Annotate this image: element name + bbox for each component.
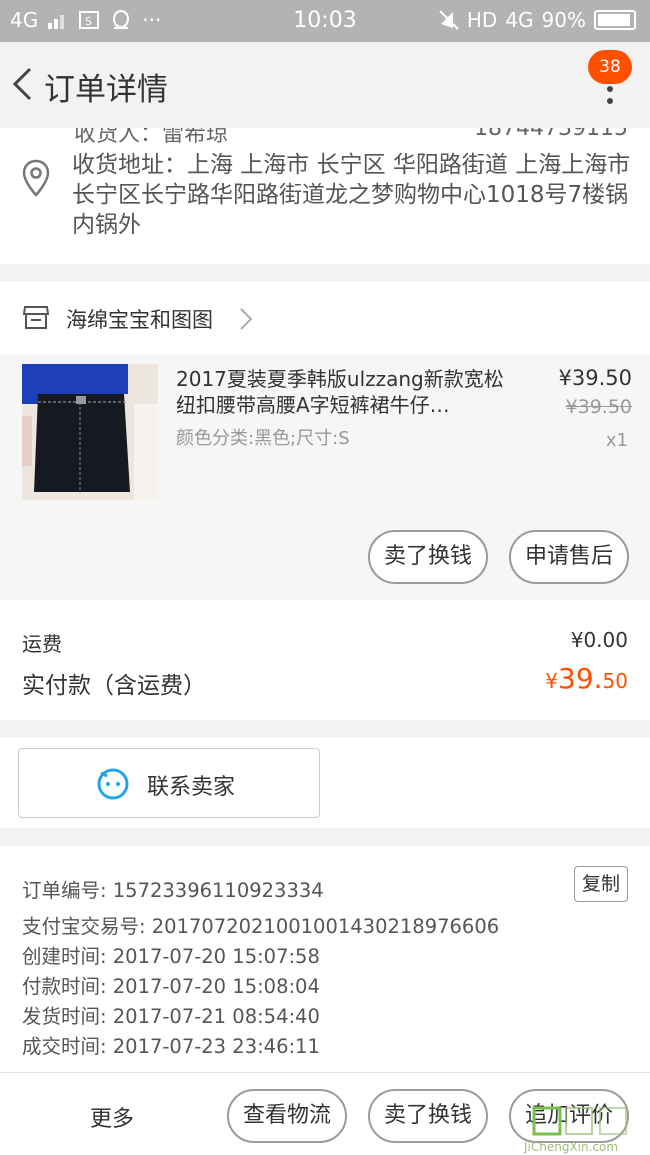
- page-title: 订单详情: [44, 72, 168, 108]
- order-info-card: 订单编号: 15723396110923334 复制 支付宝交易号: 20170…: [0, 846, 650, 1072]
- shop-row[interactable]: 海绵宝宝和图图: [0, 282, 650, 354]
- product-quantity: x1: [605, 430, 628, 451]
- sell-for-cash-button-bottom[interactable]: 卖了换钱: [368, 1089, 488, 1143]
- product-thumbnail[interactable]: [22, 364, 158, 500]
- alipay-transaction-number: 支付宝交易号: 2017072021001001430218976606: [22, 915, 500, 938]
- navbar: 订单详情 38: [0, 42, 650, 128]
- copy-button[interactable]: 复制: [574, 866, 628, 902]
- receiver-phone: 18744739115: [474, 128, 628, 141]
- delivery-address: 收货地址：上海 上海市 长宁区 华阳路街道 上海上海市长宁区长宁路华阳路街道龙之…: [72, 152, 631, 238]
- product-photo-icon: [22, 364, 158, 500]
- store-icon: [22, 306, 50, 329]
- sell-for-cash-button[interactable]: 卖了换钱: [368, 530, 488, 584]
- total-currency: ¥: [545, 669, 559, 693]
- payment-summary: 运费 ¥0.00 实付款（含运费） ¥39.50: [0, 600, 650, 720]
- address-card: 收货人：雷希琼 18744739115 收货地址：上海 上海市 长宁区 华阳路街…: [0, 128, 650, 264]
- contact-seller-button[interactable]: 联系卖家: [18, 748, 320, 818]
- contact-seller-label: 联系卖家: [147, 775, 236, 800]
- battery-percent: 90%: [541, 8, 586, 32]
- status-bar: 4G S ··· 10:03 HD 4G 90%: [0, 0, 650, 42]
- total-paid-label: 实付款（含运费）: [22, 673, 206, 699]
- view-logistics-button[interactable]: 查看物流: [227, 1089, 347, 1143]
- message-badge: 38: [588, 50, 632, 84]
- completed-time: 成交时间: 2017-07-23 23:46:11: [22, 1035, 320, 1058]
- shipping-value: ¥0.00: [570, 628, 628, 652]
- receiver-name: 收货人：雷希琼: [74, 128, 229, 147]
- wangwang-chat-icon: [97, 768, 129, 800]
- hd-label: HD: [466, 8, 498, 32]
- order-item-card: 海绵宝宝和图图 2017夏装夏季韩版ulzzang新款宽松纽扣腰带高腰A字短裤裙…: [0, 282, 650, 600]
- original-price: ¥39.50: [565, 396, 632, 418]
- contact-area: 联系卖家: [0, 738, 650, 828]
- product-price: ¥39.50: [558, 366, 632, 390]
- total-paid-value: ¥39.50: [545, 662, 628, 695]
- product-spec: 颜色分类:黑色;尺寸:S: [176, 428, 350, 449]
- shop-name: 海绵宝宝和图图: [66, 308, 213, 332]
- network-4g-label: 4G: [505, 8, 534, 32]
- mute-icon: [439, 10, 459, 30]
- shipped-time: 发货时间: 2017-07-21 08:54:40: [22, 1005, 320, 1028]
- watermark-text: JiChengXin.com: [524, 1140, 619, 1154]
- battery-icon: [594, 10, 636, 30]
- back-arrow-icon[interactable]: [10, 66, 34, 102]
- product-title[interactable]: 2017夏装夏季韩版ulzzang新款宽松纽扣腰带高腰A字短裤裙牛仔…: [176, 366, 506, 418]
- chevron-right-icon: [240, 308, 253, 330]
- order-number: 订单编号: 15723396110923334: [22, 879, 324, 902]
- shipping-label: 运费: [22, 632, 62, 656]
- total-integer: 39.: [558, 662, 603, 695]
- location-pin-icon: [22, 159, 50, 197]
- created-time: 创建时间: 2017-07-20 15:07:58: [22, 945, 320, 968]
- paid-time: 付款时间: 2017-07-20 15:08:04: [22, 975, 320, 998]
- more-actions-link[interactable]: 更多: [90, 1101, 134, 1133]
- status-right: HD 4G 90%: [439, 8, 636, 32]
- after-sales-button[interactable]: 申请售后: [509, 530, 629, 584]
- total-decimal: 50: [602, 669, 628, 693]
